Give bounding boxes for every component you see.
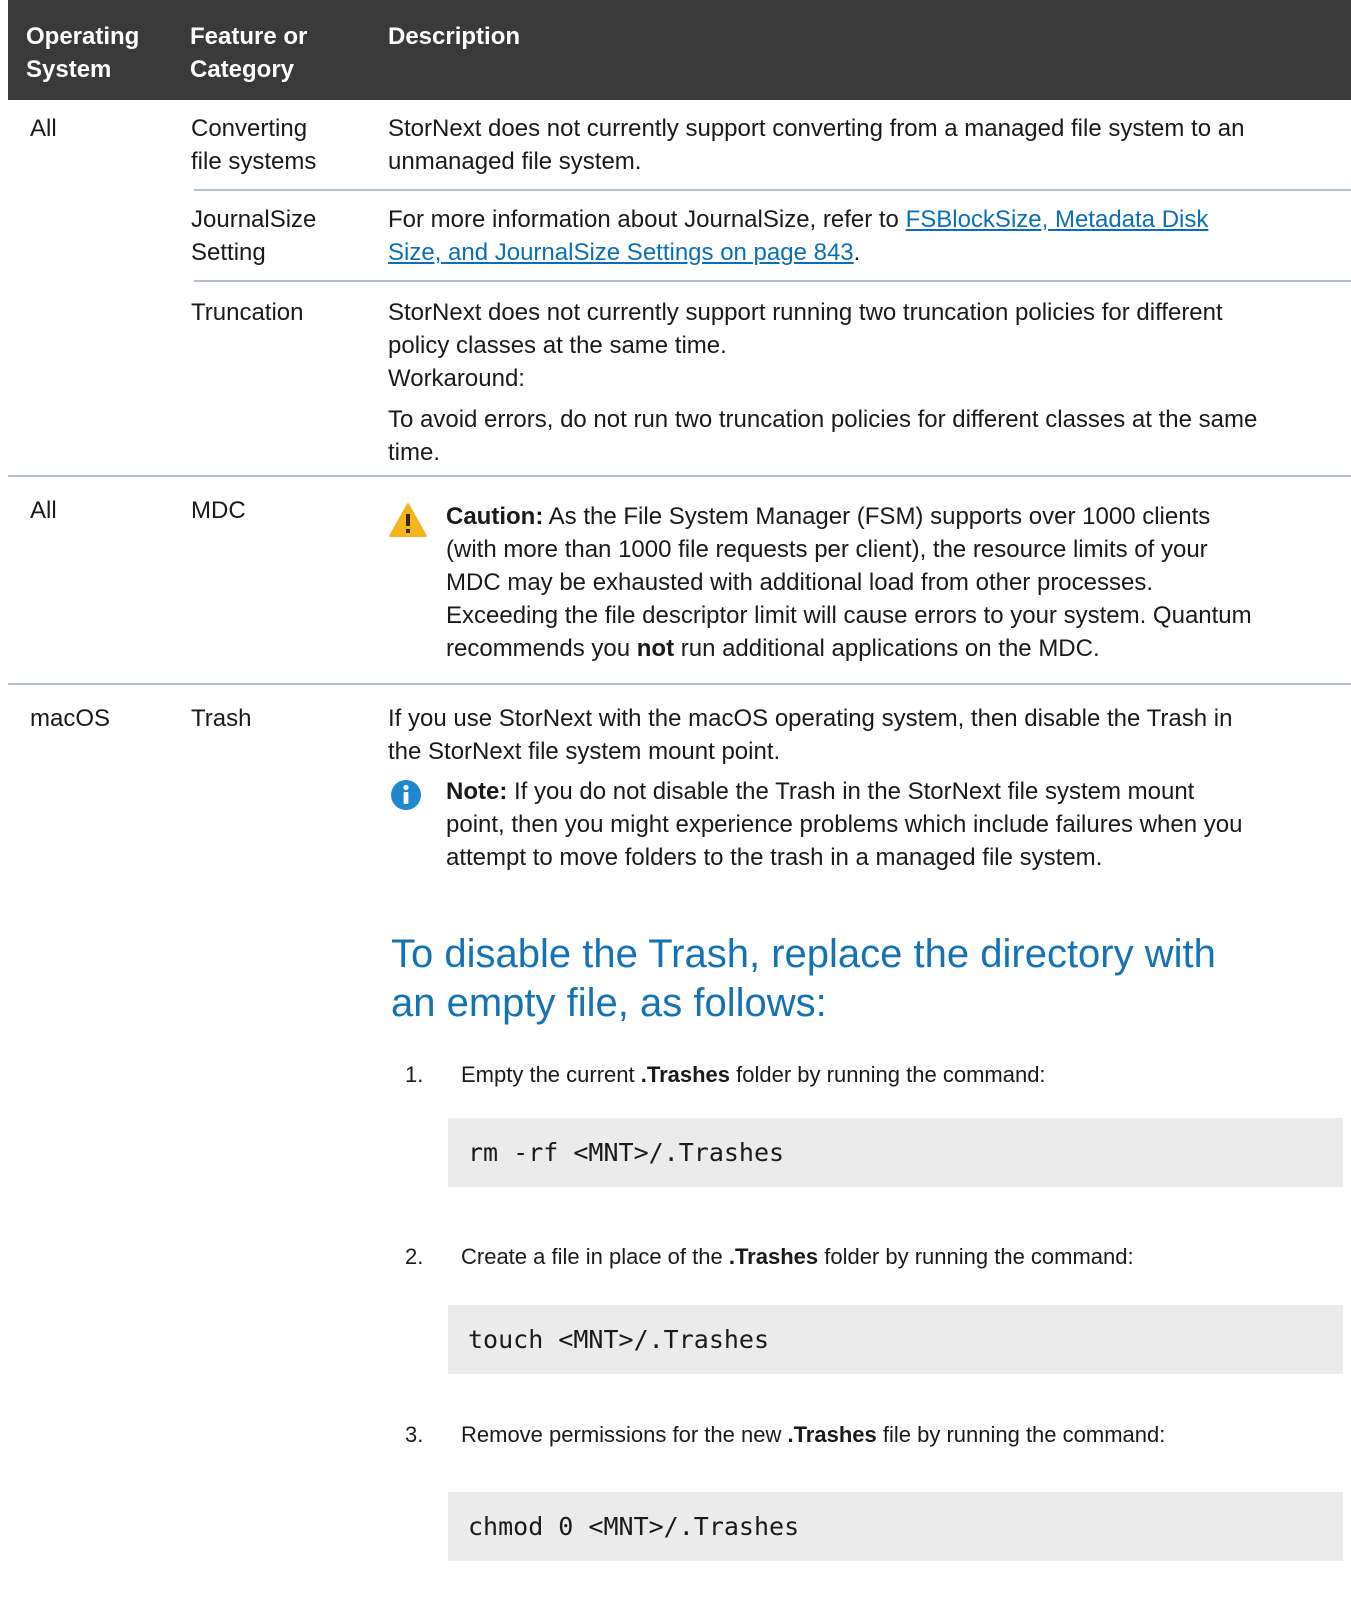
code-block: chmod 0 <MNT>/.Trashes	[448, 1492, 1343, 1561]
row-truncation-description: StorNext does not currently support runn…	[388, 296, 1343, 469]
code-block: rm -rf <MNT>/.Trashes	[448, 1118, 1343, 1187]
row-all-os: All	[30, 115, 57, 142]
row-converting-description: StorNext does not currently support conv…	[388, 115, 1245, 175]
info-icon	[390, 779, 422, 816]
row-journalsize-feature: JournalSize Setting	[191, 206, 317, 266]
warning-icon	[388, 502, 428, 543]
row-converting-feature: Converting file systems	[191, 115, 317, 175]
fsblocksize-settings-link[interactable]: FSBlockSize, Metadata Disk	[906, 206, 1209, 233]
table-header: Operating System Feature or Category Des…	[8, 0, 1351, 100]
row-divider	[194, 189, 1351, 191]
note-callout: Note: If you do not disable the Trash in…	[388, 775, 1338, 885]
note-text: Note: If you do not disable the Trash in…	[446, 778, 1243, 871]
row-divider	[194, 280, 1351, 282]
row-trash-feature: Trash	[191, 705, 252, 732]
header-feature-or-category: Feature or Category	[190, 23, 308, 83]
code-block: touch <MNT>/.Trashes	[448, 1305, 1343, 1374]
workaround-label: Workaround:	[388, 365, 525, 392]
row-journalsize-description: For more information about JournalSize, …	[388, 206, 1209, 266]
row-mdc-os: All	[30, 497, 57, 524]
procedure-heading: To disable the Trash, replace the direct…	[391, 932, 1216, 1025]
header-operating-system: Operating System	[26, 23, 140, 83]
row-divider	[8, 683, 1351, 685]
row-macos-os: macOS	[30, 705, 111, 732]
row-truncation-feature: Truncation	[191, 299, 304, 326]
row-mdc-feature: MDC	[191, 497, 246, 524]
row-divider	[8, 475, 1351, 477]
caution-callout: Caution: As the File System Manager (FSM…	[388, 500, 1338, 670]
header-description: Description	[388, 23, 521, 50]
row-trash-description: If you use StorNext with the macOS opera…	[388, 705, 1233, 765]
caution-text: Caution: As the File System Manager (FSM…	[446, 503, 1252, 662]
fsblocksize-settings-link-continued[interactable]: Size, and JournalSize Settings on page 8…	[388, 239, 854, 266]
